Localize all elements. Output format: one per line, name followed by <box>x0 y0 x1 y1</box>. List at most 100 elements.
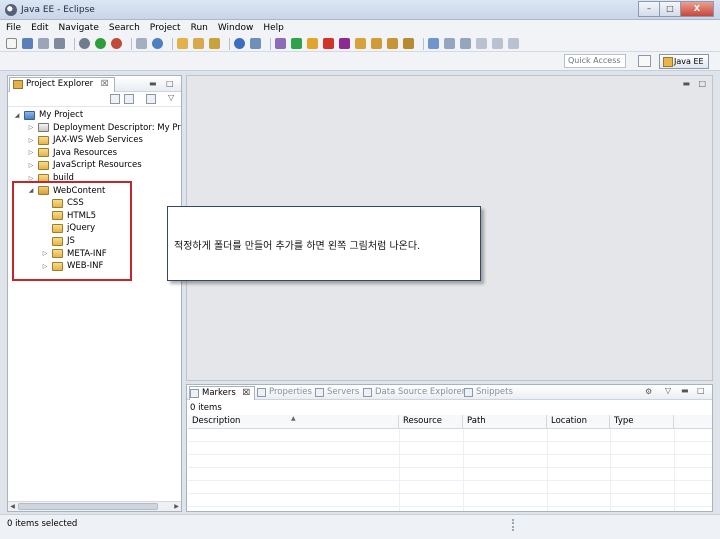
tree-item[interactable]: ▷ Java Resources <box>27 147 117 159</box>
menu-edit[interactable]: Edit <box>31 23 48 33</box>
tab-properties[interactable]: Properties <box>257 386 312 400</box>
scroll-left-icon[interactable]: ◀ <box>8 502 17 511</box>
collapsed-twistie-icon[interactable]: ▷ <box>27 124 35 131</box>
editor-minimize-icon[interactable]: ▬ <box>682 79 690 88</box>
link-with-editor-icon[interactable] <box>124 94 134 104</box>
column-description[interactable]: Description ▲ <box>188 415 399 429</box>
menu-project[interactable]: Project <box>150 23 181 33</box>
toolbar-separator <box>74 37 75 50</box>
search-icon[interactable] <box>234 38 245 49</box>
step-over-icon[interactable] <box>371 38 382 49</box>
project-explorer-panel: Project Explorer ☒ ▬ □ ▽ ◢ My Project ▷ Dep… <box>7 75 182 512</box>
view-menu-icon[interactable]: ▽ <box>168 93 174 102</box>
tree-item[interactable]: ▷ Deployment Descriptor: My Proje <box>27 122 181 134</box>
collapsed-twistie-icon[interactable]: ▷ <box>27 149 35 156</box>
column-location[interactable]: Location <box>547 415 610 429</box>
annotation-next-icon[interactable] <box>460 38 471 49</box>
collapsed-twistie-icon[interactable]: ▷ <box>27 162 35 169</box>
step-return-icon[interactable] <box>387 38 398 49</box>
open-folder-icon[interactable] <box>177 38 188 49</box>
suspend-icon[interactable] <box>307 38 318 49</box>
tab-markers[interactable]: Markers ☒ <box>189 386 256 400</box>
skip-breakpoints-icon[interactable] <box>275 38 286 49</box>
minimize-view-icon[interactable]: ▬ <box>149 79 157 88</box>
column-resource[interactable]: Resource <box>399 415 463 429</box>
external-tools-icon[interactable] <box>111 38 122 49</box>
maximize-view-icon[interactable]: □ <box>697 386 705 395</box>
tab-servers[interactable]: Servers <box>315 386 359 400</box>
filter-icon[interactable] <box>146 94 156 104</box>
open-task-icon[interactable] <box>209 38 220 49</box>
table-row <box>188 429 712 442</box>
web-browser-icon[interactable] <box>152 38 163 49</box>
explorer-view-toolbar: ▽ <box>8 92 181 107</box>
menu-help[interactable]: Help <box>263 23 284 33</box>
sort-ascending-icon: ▲ <box>291 415 296 422</box>
open-type-icon[interactable] <box>193 38 204 49</box>
drop-to-frame-icon[interactable] <box>403 38 414 49</box>
back-icon[interactable] <box>476 38 487 49</box>
menu-file[interactable]: File <box>6 23 21 33</box>
table-row <box>188 468 712 481</box>
tab-data-source-explorer[interactable]: Data Source Explorer <box>363 386 465 400</box>
column-divider <box>674 429 675 511</box>
tree-item[interactable]: ▷ JAX-WS Web Services <box>27 134 143 146</box>
maximize-view-icon[interactable]: □ <box>166 79 174 88</box>
menu-search[interactable]: Search <box>109 23 140 33</box>
open-perspective-icon[interactable] <box>638 55 651 67</box>
new-icon[interactable] <box>6 38 17 49</box>
column-path[interactable]: Path <box>463 415 547 429</box>
close-tab-icon[interactable]: ☒ <box>101 79 109 89</box>
menu-window[interactable]: Window <box>218 23 254 33</box>
collapse-all-icon[interactable] <box>110 94 120 104</box>
menu-run[interactable]: Run <box>191 23 208 33</box>
markers-panel: Markers ☒ Properties Servers Data Source… <box>186 384 713 512</box>
save-all-icon[interactable] <box>38 38 49 49</box>
terminate-icon[interactable] <box>323 38 334 49</box>
scroll-right-icon[interactable]: ▶ <box>172 502 181 511</box>
close-tab-icon[interactable]: ☒ <box>243 388 251 398</box>
column-divider <box>547 429 548 511</box>
status-text: 0 items selected <box>7 519 78 529</box>
quick-access-input[interactable]: Quick Access <box>564 54 626 68</box>
markers-table: Description ▲ Resource Path Location Typ… <box>188 415 712 511</box>
collapsed-twistie-icon[interactable]: ▷ <box>27 137 35 144</box>
scroll-thumb[interactable] <box>18 503 158 510</box>
debug-icon[interactable] <box>79 38 90 49</box>
tab-snippets[interactable]: Snippets <box>464 386 513 400</box>
menu-navigate[interactable]: Navigate <box>59 23 99 33</box>
last-edit-icon[interactable] <box>508 38 519 49</box>
toolbar-separator <box>229 37 230 50</box>
close-button[interactable]: X <box>680 1 714 17</box>
maximize-button[interactable]: □ <box>659 1 681 17</box>
editor-maximize-icon[interactable]: □ <box>698 79 706 88</box>
column-type[interactable]: Type <box>610 415 674 429</box>
perspective-java-ee[interactable]: Java EE <box>659 54 709 69</box>
annotation-icon[interactable] <box>444 38 455 49</box>
view-dropdown-icon[interactable]: ▽ <box>665 386 671 395</box>
save-icon[interactable] <box>22 38 33 49</box>
toggle-mark-icon[interactable] <box>428 38 439 49</box>
run-icon[interactable] <box>95 38 106 49</box>
explorer-horizontal-scrollbar[interactable]: ◀ ▶ <box>8 501 181 511</box>
resume-icon[interactable] <box>291 38 302 49</box>
forward-icon[interactable] <box>492 38 503 49</box>
refactor-icon[interactable] <box>250 38 261 49</box>
status-grip <box>512 519 514 531</box>
minimize-button[interactable]: – <box>638 1 660 17</box>
java-resources-icon <box>38 148 49 158</box>
minimize-view-icon[interactable]: ▬ <box>681 386 689 395</box>
bottom-tab-row: Markers ☒ Properties Servers Data Source… <box>187 385 712 400</box>
disconnect-icon[interactable] <box>339 38 350 49</box>
tree-item[interactable]: ▷ JavaScript Resources <box>27 159 142 171</box>
tree-item[interactable]: ◢ My Project <box>13 109 83 121</box>
print-icon[interactable] <box>54 38 65 49</box>
view-menu-icon[interactable]: ⚙ <box>645 387 652 396</box>
status-bar: 0 items selected <box>0 514 720 539</box>
new-server-icon[interactable] <box>136 38 147 49</box>
project-explorer-tab[interactable]: Project Explorer ☒ <box>9 77 115 92</box>
toolbar-separator <box>131 37 132 50</box>
expanded-twistie-icon[interactable]: ◢ <box>13 112 21 119</box>
step-into-icon[interactable] <box>355 38 366 49</box>
project-icon <box>24 110 35 120</box>
